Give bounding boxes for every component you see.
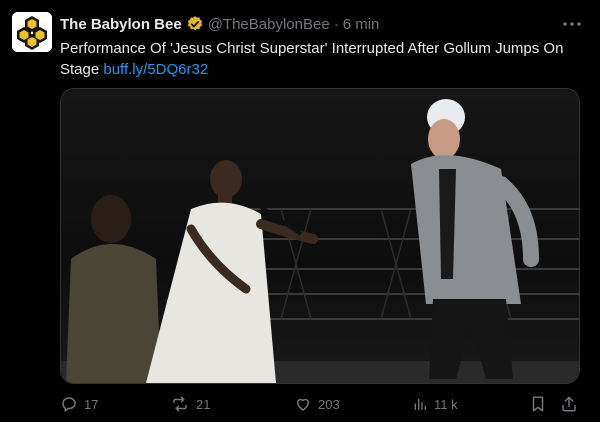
bookmark-button[interactable]	[530, 394, 546, 414]
author-name[interactable]: The Babylon Bee	[60, 16, 182, 33]
more-options-icon[interactable]	[562, 16, 582, 32]
separator-dot: ·	[333, 15, 339, 33]
tweet-text: Performance Of 'Jesus Christ Superstar' …	[60, 38, 588, 80]
tweet-header: The Babylon Bee @TheBabylonBee · 6 min	[60, 14, 379, 34]
like-count: 203	[318, 396, 340, 412]
repost-button[interactable]: 21	[170, 394, 210, 414]
verified-badge-icon	[186, 15, 204, 33]
bookmark-icon	[532, 396, 544, 412]
action-bar: 17 21 203 11 k	[60, 394, 580, 414]
view-count: 11 k	[434, 396, 458, 412]
share-icon	[562, 396, 576, 412]
stage-photo-icon	[61, 89, 579, 383]
timestamp[interactable]: 6 min	[343, 16, 380, 33]
like-button[interactable]: 203	[294, 394, 340, 414]
repost-count: 21	[196, 396, 211, 412]
heart-icon	[296, 398, 310, 411]
share-button[interactable]	[560, 394, 578, 414]
views-button[interactable]: 11 k	[412, 394, 458, 414]
reply-count: 17	[84, 396, 99, 412]
reply-button[interactable]: 17	[60, 394, 98, 414]
author-handle[interactable]: @TheBabylonBee	[208, 16, 330, 33]
reply-icon	[62, 397, 76, 413]
avatar[interactable]	[12, 12, 52, 52]
views-chart-icon	[414, 398, 426, 410]
tweet-media[interactable]	[60, 88, 580, 384]
tweet-link[interactable]: buff.ly/5DQ6r32	[103, 61, 208, 78]
babylon-bee-logo	[12, 12, 52, 52]
repost-icon	[173, 396, 187, 412]
